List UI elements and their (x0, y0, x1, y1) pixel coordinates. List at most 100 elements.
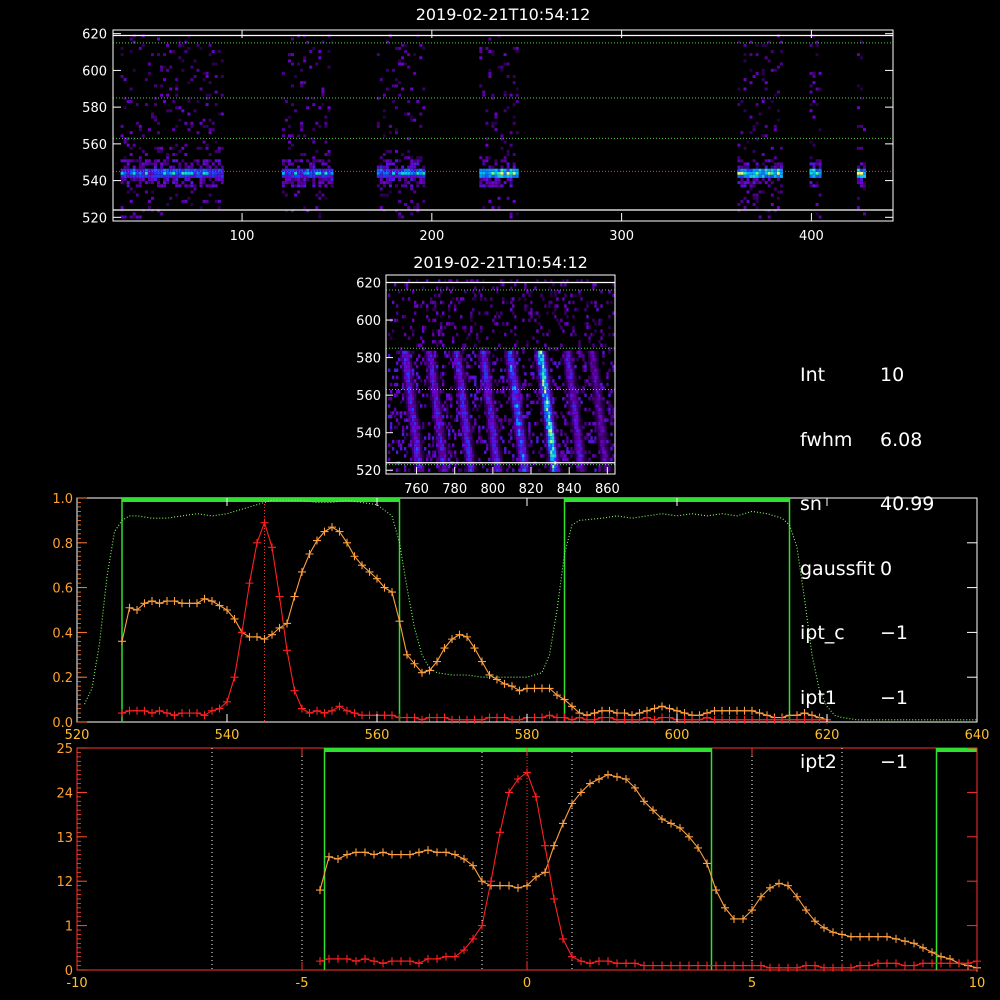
heatmap2-cell (602, 404, 605, 408)
heatmap1-cell (199, 165, 203, 169)
heatmap1-cell (202, 118, 206, 122)
heatmap2-cell (558, 457, 561, 462)
heatmap1-cell (512, 81, 516, 85)
profile2-point (856, 961, 864, 970)
profile1-point (470, 715, 479, 724)
heatmap1-cell (147, 199, 151, 203)
heatmap2-cell (442, 389, 445, 394)
heatmap1-cell (175, 174, 179, 178)
heatmap1-cell (767, 159, 771, 163)
heatmap2-cell (401, 429, 405, 433)
heatmap1-cell (755, 103, 759, 107)
heatmap1-cell (175, 181, 179, 185)
heatmap1-cell (860, 146, 863, 150)
heatmap2-cell (424, 325, 427, 330)
heatmap2-cell (498, 439, 501, 444)
heatmap1-cell (193, 59, 197, 63)
heatmap2-cell (596, 364, 599, 369)
heatmap2-cell (476, 336, 479, 340)
heatmap2-cell (484, 450, 487, 454)
heatmap2-cell (414, 361, 417, 365)
heatmap2-cell (556, 318, 559, 323)
heatmap2-cell (570, 379, 573, 383)
heatmap1-cell (126, 190, 130, 194)
profile1-point (718, 715, 726, 724)
heatmap1-cell (488, 75, 492, 78)
heatmap1-cell (172, 128, 176, 132)
heatmap2-cell (572, 354, 575, 358)
profile2-point (523, 768, 531, 777)
heatmap2-cell (588, 397, 591, 401)
heatmap1-cell (193, 174, 197, 178)
profile1-point (200, 594, 209, 603)
heatmap1-cell (482, 206, 486, 210)
profile2-point (613, 959, 621, 968)
profile1-point (283, 619, 291, 628)
heatmap1-cell (157, 171, 160, 175)
heatmap2-cell (592, 332, 595, 337)
heatmap1-cell (327, 181, 331, 185)
heatmap2-cell (482, 347, 485, 351)
heatmap2-cell (452, 297, 455, 301)
profile1-point (650, 704, 659, 713)
heatmap1-cell (512, 103, 516, 107)
heatmap2-cell (526, 343, 529, 347)
profile1-point (515, 715, 524, 724)
heatmap1-cell (410, 171, 414, 175)
heatmap2-cell (444, 350, 447, 355)
heatmap1-cell (755, 137, 759, 141)
heatmap2-cell (444, 325, 447, 330)
heatmap1-cell (126, 184, 130, 188)
heatmap1-cell (208, 93, 212, 97)
profile2-point (829, 928, 837, 937)
profile1-point (703, 713, 711, 722)
heatmap1-cell (407, 156, 411, 160)
heatmap2-cell (494, 361, 497, 365)
heatmap2-cell (498, 343, 501, 347)
heatmap2-cell (452, 322, 455, 326)
heatmap1-cell (199, 174, 203, 178)
heatmap2-cell (538, 322, 541, 326)
heatmap1-y-tick-label: 520 (82, 211, 107, 226)
heatmap2-cell (436, 372, 439, 376)
profile1-point (485, 670, 494, 679)
heatmap1-cell (382, 193, 386, 197)
heatmap2-cell (387, 457, 391, 462)
heatmap1-cell (398, 62, 402, 66)
heatmap2-cell (600, 318, 603, 323)
heatmap2-cell (436, 286, 439, 290)
heatmap2-cell (446, 414, 449, 419)
profile1-point (710, 715, 719, 724)
heatmap1-cell (491, 206, 495, 210)
heatmap1-cell (309, 162, 313, 166)
heatmap2-cell (446, 411, 449, 415)
heatmap1-cell (746, 199, 750, 203)
heatmap1-cell (135, 103, 139, 107)
heatmap2-cell (518, 382, 521, 387)
heatmap1-cell (321, 103, 325, 107)
heatmap2-cell (442, 300, 445, 305)
heatmap2-cell (488, 364, 491, 369)
heatmap2-cell (462, 347, 465, 351)
heatmap1-cell (281, 184, 285, 188)
heatmap2-cell (389, 414, 393, 419)
heatmap2-cell (570, 372, 573, 376)
heatmap2-cell (502, 389, 505, 394)
heatmap2-cell (540, 432, 543, 437)
heatmap2-cell (418, 418, 421, 422)
heatmap1-cell (818, 193, 822, 197)
heatmap2-cell (403, 468, 407, 472)
heatmap2-cell (434, 357, 437, 362)
heatmap1-cell (318, 174, 322, 178)
heatmap2-cell (448, 468, 451, 472)
heatmap1-cell (214, 75, 218, 78)
profile2-point (802, 961, 810, 970)
heatmap2-cell (584, 368, 587, 372)
heatmap2-cell (608, 439, 611, 444)
heatmap2-cell (554, 418, 557, 422)
heatmap2-cell (434, 307, 437, 312)
heatmap1-cell (410, 199, 414, 203)
heatmap1-cell (157, 146, 160, 150)
heatmap2-cell (522, 418, 525, 422)
heatmap1-cell (818, 171, 822, 175)
